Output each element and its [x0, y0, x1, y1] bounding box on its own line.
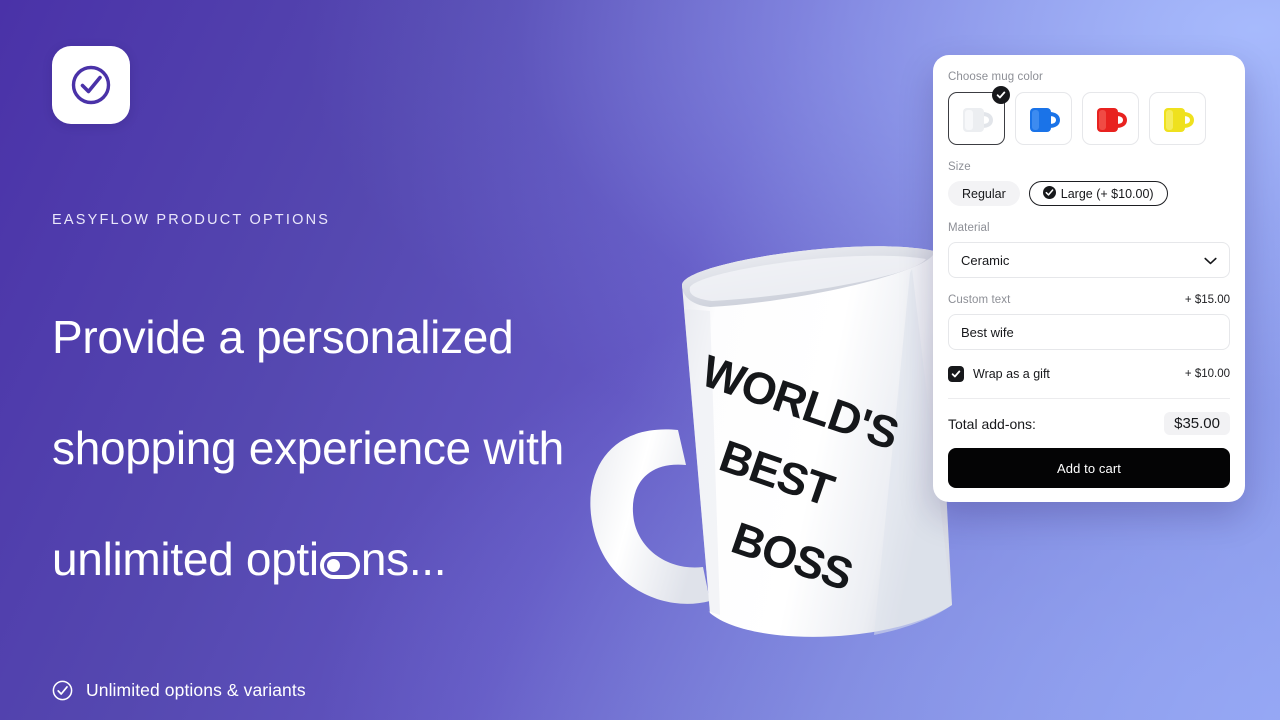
gift-wrap-checkbox[interactable] [948, 366, 964, 382]
material-select-value: Ceramic [961, 252, 1010, 268]
gift-wrap-row[interactable]: Wrap as a gift + $10.00 [948, 366, 1230, 382]
size-option-large[interactable]: Large (+ $10.00) [1028, 181, 1168, 206]
headline-line-3-before: unlimited opti [52, 533, 319, 586]
product-options-card: Choose mug color Size Regular Large (+ $… [933, 55, 1245, 502]
page-title: Provide a personalized shopping experien… [52, 254, 672, 644]
color-swatch-yellow[interactable] [1149, 92, 1206, 145]
headline-line-3-after: ns... [360, 533, 447, 586]
gift-wrap-price: + $10.00 [1184, 368, 1230, 380]
headline-line-3: unlimited opti ns... [52, 532, 672, 588]
color-swatch-group [948, 86, 1230, 145]
total-addons-value: $35.00 [1164, 412, 1230, 435]
feature-list: Unlimited options & variants Price add-o… [52, 680, 672, 720]
gift-wrap-label: Wrap as a gift [973, 367, 1050, 381]
total-addons-label: Total add-ons: [948, 415, 1036, 432]
list-item: Unlimited options & variants [52, 680, 672, 701]
toggle-switch-icon [319, 552, 360, 580]
card-divider [948, 398, 1230, 399]
mug-glyph-white [962, 107, 993, 132]
mug-glyph-blue [1029, 107, 1060, 132]
size-option-regular[interactable]: Regular [948, 181, 1020, 206]
mug-glyph-yellow [1163, 107, 1194, 132]
feature-label: Unlimited options & variants [86, 679, 306, 700]
add-to-cart-button[interactable]: Add to cart [948, 448, 1230, 488]
circle-check-icon [52, 680, 73, 701]
custom-text-price: + $15.00 [1184, 294, 1230, 306]
gift-wrap-control[interactable]: Wrap as a gift [948, 366, 1050, 382]
color-swatch-blue[interactable] [1015, 92, 1072, 145]
size-group-label: Size [948, 161, 971, 173]
material-group-label: Material [948, 222, 990, 234]
material-select[interactable]: Ceramic [948, 242, 1230, 278]
headline-line-2: shopping experience with [52, 421, 564, 474]
app-logo [52, 46, 130, 124]
eyebrow-text: EASYFLOW PRODUCT OPTIONS [52, 212, 331, 228]
custom-text-value: Best wife [961, 324, 1014, 340]
color-swatch-white[interactable] [948, 86, 1010, 145]
circle-check-icon [68, 62, 114, 108]
color-group-label: Choose mug color [948, 71, 1043, 83]
custom-text-label: Custom text [948, 294, 1011, 306]
size-option-label: Regular [962, 186, 1006, 201]
marketing-content: EASYFLOW PRODUCT OPTIONS Provide a perso… [52, 46, 672, 720]
add-to-cart-label: Add to cart [1057, 460, 1121, 476]
check-circle-icon [1042, 185, 1056, 202]
check-icon [996, 91, 1006, 99]
check-icon [951, 370, 961, 378]
headline-line-1: Provide a personalized [52, 310, 514, 363]
total-addons-row: Total add-ons: $35.00 [948, 412, 1230, 435]
mug-glyph-red [1096, 107, 1127, 132]
color-swatch-red[interactable] [1082, 92, 1139, 145]
size-option-group: Regular Large (+ $10.00) [948, 181, 1230, 206]
swatch-selected-badge [992, 86, 1010, 104]
size-option-label: Large (+ $10.00) [1060, 186, 1154, 201]
custom-text-input[interactable]: Best wife [948, 314, 1230, 350]
chevron-down-icon [1204, 253, 1217, 268]
custom-text-header: Custom text + $15.00 [948, 294, 1230, 306]
